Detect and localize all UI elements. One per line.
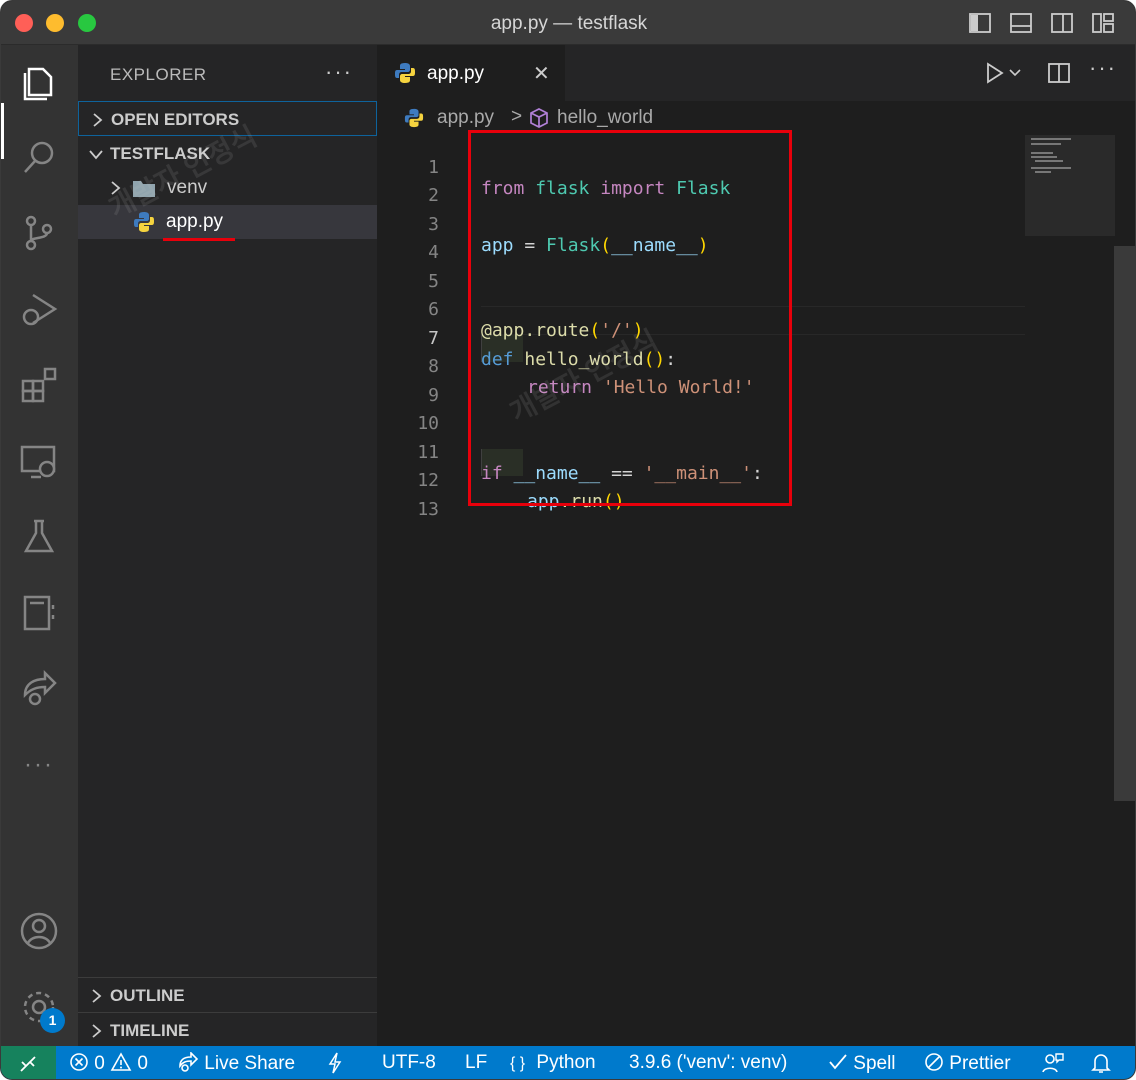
sidebar-title: EXPLORER [110,65,207,84]
warning-icon [110,1052,132,1071]
error-count: 0 [94,1053,105,1074]
section-outline[interactable]: OUTLINE [78,977,377,1012]
python-file-icon [404,108,424,128]
bell-icon[interactable] [1091,1052,1111,1074]
python-interpreter[interactable]: 3.9.6 ('venv': venv) [629,1052,787,1074]
remote-explorer-icon[interactable] [17,439,61,483]
highlight-box [468,130,792,506]
toggle-secondary-sidebar-icon[interactable] [1050,11,1074,35]
breadcrumb-separator: > [511,106,523,127]
tab-app-py[interactable]: app.py ✕ [377,45,565,101]
live-share-icon[interactable] [17,667,61,711]
tab-label: app.py [427,63,485,84]
breadcrumb-file[interactable]: app.py [437,107,494,129]
customize-layout-icon[interactable] [1091,11,1115,35]
section-label: OUTLINE [110,986,185,1005]
lightning-icon[interactable] [327,1052,343,1074]
split-editor-icon[interactable] [1047,61,1071,85]
prohibited-icon [925,1053,943,1071]
encoding-indicator[interactable]: UTF-8 [382,1052,436,1074]
python-file-icon [395,63,415,83]
editor-tabs: app.py ✕ ··· [377,45,1135,101]
language-label: Python [536,1052,596,1073]
checkmark-icon [829,1054,847,1070]
eol-indicator[interactable]: LF [465,1052,487,1074]
remote-icon [20,1056,36,1072]
chevron-right-icon [92,989,102,1003]
notebook-icon[interactable] [17,591,61,635]
vscode-window: app.py — testflask ··· 1 EXPLORER ··· OP… [0,0,1136,1080]
accounts-icon[interactable] [17,909,61,953]
line-number: 13 [417,499,439,520]
feedback-icon[interactable] [1042,1052,1064,1074]
language-indicator[interactable]: { } Python [510,1052,596,1074]
live-share-icon [179,1052,199,1072]
active-indicator [1,103,4,159]
error-icon [70,1053,88,1071]
chevron-right-icon [92,1024,102,1038]
problems-indicator[interactable]: 0 0 [69,1052,148,1075]
remote-indicator[interactable] [1,1046,56,1079]
chevron-right-icon [93,113,103,127]
tree-item-label: app.py [166,211,224,232]
editor-more-button[interactable]: ··· [1089,55,1117,81]
search-icon[interactable] [17,135,61,179]
status-bar: 0 0 Live Share UTF-8 LF { } Python 3.9.6… [1,1046,1135,1079]
chevron-down-icon [89,150,103,160]
live-share-label: Live Share [204,1053,296,1074]
minimap[interactable] [1025,135,1115,236]
toggle-panel-icon[interactable] [1009,11,1033,35]
toggle-primary-sidebar-icon[interactable] [968,11,992,35]
activity-bar: ··· 1 [1,45,78,1046]
red-underline [163,238,235,241]
section-timeline[interactable]: TIMELINE [78,1012,377,1047]
close-tab-icon[interactable]: ✕ [533,61,550,86]
more-views-icon[interactable]: ··· [17,743,61,787]
live-share-button[interactable]: Live Share [177,1052,295,1075]
run-python-file-icon[interactable] [983,61,1023,85]
run-and-debug-icon[interactable] [17,287,61,331]
prettier-indicator[interactable]: Prettier [924,1052,1011,1075]
window-title: app.py — testflask [490,13,648,34]
spell-label: Spell [853,1053,896,1074]
spell-checker[interactable]: Spell [828,1052,896,1075]
breadcrumb-symbol[interactable]: hello_world [557,107,653,129]
method-cube-icon [530,108,548,128]
source-control-icon[interactable] [17,211,61,255]
explorer-icon[interactable] [17,59,61,103]
extensions-icon[interactable] [17,363,61,407]
sidebar-more-button[interactable]: ··· [325,59,353,85]
title-bar: app.py — testflask [1,1,1135,45]
warning-count: 0 [137,1053,148,1074]
section-label: TIMELINE [110,1021,190,1040]
testing-icon[interactable] [17,515,61,559]
settings-badge: 1 [40,1008,65,1033]
braces-icon: { } [510,1055,526,1072]
prettier-label: Prettier [949,1053,1011,1074]
vertical-scrollbar[interactable] [1114,246,1135,801]
